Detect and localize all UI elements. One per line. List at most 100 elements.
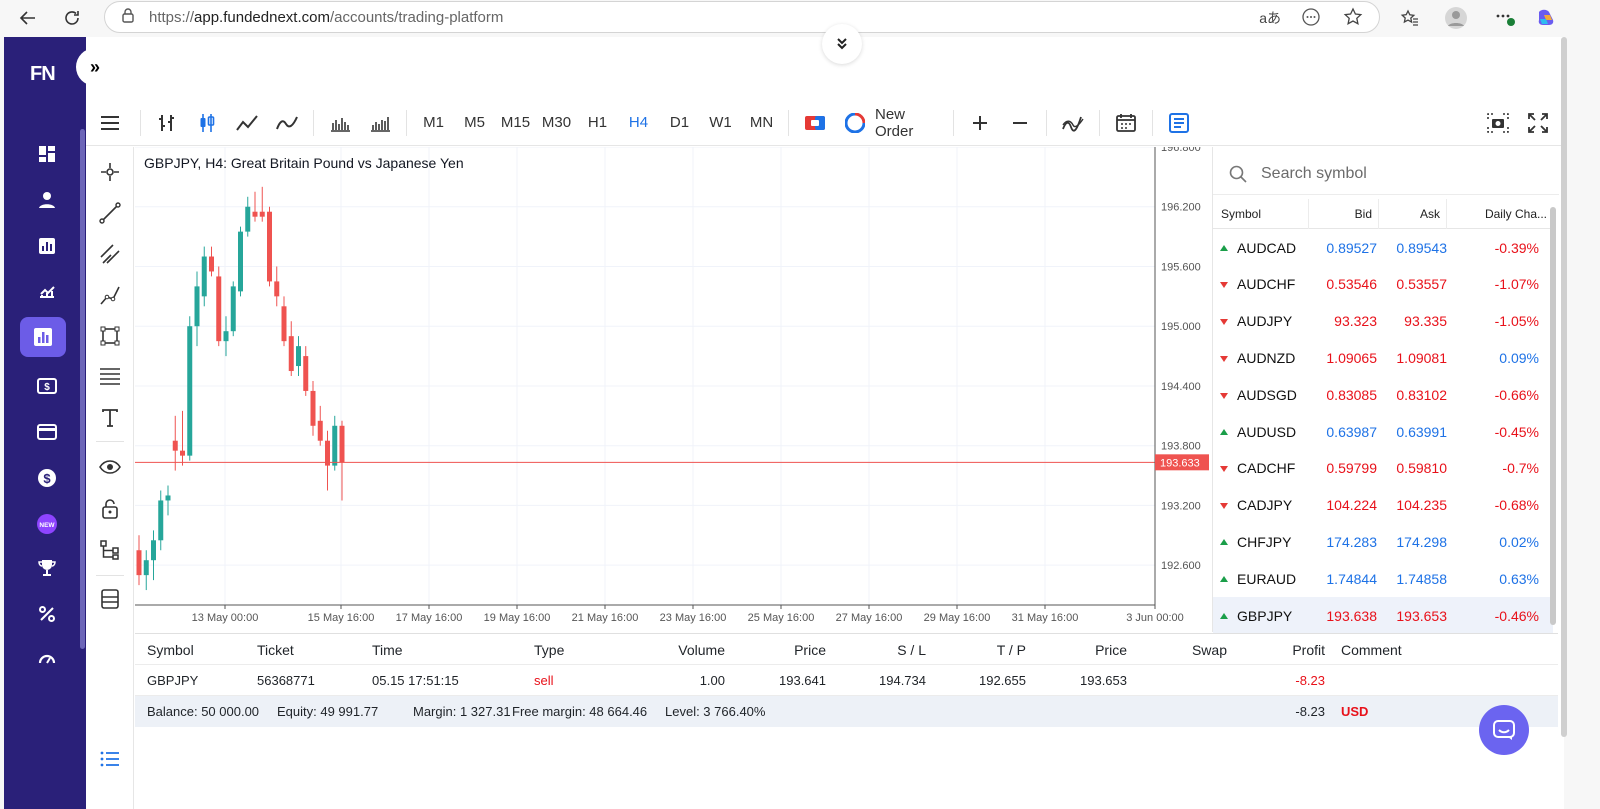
trophy-icon[interactable] <box>32 553 62 583</box>
market-row-audnzd[interactable]: AUDNZD 1.09065 1.09081 0.09% <box>1213 339 1553 376</box>
timeframe-d1[interactable]: D1 <box>659 108 700 138</box>
sidebar-scrollbar[interactable] <box>80 129 85 649</box>
th-ticket[interactable]: Ticket <box>257 642 294 658</box>
th-price[interactable]: Price <box>794 642 826 658</box>
y-tick-label: 194.400 <box>1161 381 1201 393</box>
trade-row[interactable]: GBPJPY 56368771 05.15 17:51:15 sell 1.00… <box>135 665 1558 696</box>
screenshot-icon[interactable] <box>1478 108 1518 138</box>
th-tp[interactable]: T / P <box>997 642 1026 658</box>
tick-volume-icon[interactable] <box>360 108 400 138</box>
eye-visibility-icon[interactable] <box>98 455 122 479</box>
back-icon[interactable] <box>16 6 40 30</box>
positions-list-icon[interactable] <box>98 747 122 771</box>
brand-logo[interactable]: FN <box>30 63 56 86</box>
templates-icon[interactable] <box>98 587 122 611</box>
area-chart-type-icon[interactable] <box>267 108 307 138</box>
user-icon[interactable] <box>32 185 62 215</box>
reload-icon[interactable] <box>60 6 84 30</box>
th-profit[interactable]: Profit <box>1292 642 1325 658</box>
payout-icon[interactable]: $ <box>32 371 62 401</box>
price-chart[interactable]: 196.800 196.200 195.600 195.000 194.400 193.8… <box>135 147 1211 632</box>
address-bar[interactable]: https://app.fundednext.com/accounts/trad… <box>104 1 1380 33</box>
market-row-euraud[interactable]: EURAUD 1.74844 1.74858 0.63% <box>1213 560 1553 597</box>
volume-icon[interactable] <box>320 108 360 138</box>
candlestick-type-icon[interactable] <box>187 108 227 138</box>
crosshair-icon[interactable] <box>98 160 122 184</box>
lock-drawings-icon[interactable] <box>98 497 122 521</box>
search-input[interactable]: Search symbol <box>1261 165 1367 183</box>
line-chart-type-icon[interactable] <box>227 108 267 138</box>
object-tree-icon[interactable] <box>98 538 122 562</box>
indicators-icon[interactable] <box>1053 108 1093 138</box>
market-row-gbpjpy[interactable]: GBPJPY 193.638 193.653 -0.46% <box>1213 597 1553 634</box>
col-daily-change[interactable]: Daily Cha... <box>1447 199 1553 229</box>
th-swap[interactable]: Swap <box>1192 642 1227 658</box>
trade-sl[interactable]: 194.734 <box>879 673 926 688</box>
col-symbol[interactable]: Symbol <box>1213 199 1309 229</box>
browser-menu-icon[interactable] <box>1494 6 1518 30</box>
new-badge-icon[interactable]: NEW <box>32 509 62 539</box>
market-watch-scrollbar[interactable] <box>1550 207 1556 625</box>
shapes-icon[interactable] <box>98 324 122 348</box>
dollar-coin-icon[interactable]: $ <box>32 463 62 493</box>
profile-avatar-icon[interactable] <box>1444 6 1468 30</box>
th-time[interactable]: Time <box>372 642 403 658</box>
timeframe-m15[interactable]: M15 <box>495 108 536 138</box>
billing-card-icon[interactable] <box>32 417 62 447</box>
trade-tp[interactable]: 192.655 <box>979 673 1026 688</box>
trendline-icon[interactable] <box>98 201 122 225</box>
market-row-audsgd[interactable]: AUDSGD 0.83085 0.83102 -0.66% <box>1213 376 1553 413</box>
th-comment[interactable]: Comment <box>1341 642 1402 658</box>
market-row-cadchf[interactable]: CADCHF 0.59799 0.59810 -0.7% <box>1213 450 1553 487</box>
page-scrollbar[interactable] <box>1561 37 1567 737</box>
timeframe-mn[interactable]: MN <box>741 108 782 138</box>
polyline-icon[interactable] <box>98 283 122 307</box>
timeframe-m30[interactable]: M30 <box>536 108 577 138</box>
more-options-icon[interactable] <box>1301 7 1321 32</box>
favorite-star-icon[interactable] <box>1343 7 1363 32</box>
th-symbol[interactable]: Symbol <box>147 642 194 658</box>
market-row-audcad[interactable]: AUDCAD 0.89527 0.89543 -0.39% <box>1213 229 1553 266</box>
one-click-trading-icon[interactable] <box>795 108 835 138</box>
market-watch-toggle-icon[interactable] <box>1159 108 1199 138</box>
copilot-icon[interactable] <box>1534 6 1558 30</box>
zoom-out-icon[interactable] <box>1000 108 1040 138</box>
fullscreen-icon[interactable] <box>1518 108 1558 138</box>
timeframe-h4[interactable]: H4 <box>618 108 659 138</box>
timeframe-m5[interactable]: M5 <box>454 108 495 138</box>
trading-platform-icon[interactable] <box>20 317 66 357</box>
th-volume[interactable]: Volume <box>678 642 725 658</box>
menu-icon[interactable] <box>86 108 134 138</box>
th-type[interactable]: Type <box>534 642 564 658</box>
timeframe-h1[interactable]: H1 <box>577 108 618 138</box>
th-sl[interactable]: S / L <box>897 642 926 658</box>
market-row-chfjpy[interactable]: CHFJPY 174.283 174.298 0.02% <box>1213 523 1553 560</box>
market-row-audusd[interactable]: AUDUSD 0.63987 0.63991 -0.45% <box>1213 413 1553 450</box>
translate-icon[interactable]: aあ <box>1259 8 1281 28</box>
analytics-icon[interactable] <box>32 275 62 305</box>
bar-chart-type-icon[interactable] <box>147 108 187 138</box>
th-price-current[interactable]: Price <box>1095 642 1127 658</box>
market-row-cadjpy[interactable]: CADJPY 104.224 104.235 -0.68% <box>1213 487 1553 524</box>
chat-support-button[interactable] <box>1479 705 1529 755</box>
fibonacci-icon[interactable] <box>98 365 122 389</box>
text-tool-icon[interactable] <box>98 406 122 430</box>
speedometer-icon[interactable] <box>32 643 62 673</box>
dashboard-icon[interactable] <box>32 139 62 169</box>
market-row-audchf[interactable]: AUDCHF 0.53546 0.53557 -1.07% <box>1213 266 1553 303</box>
col-bid[interactable]: Bid <box>1309 199 1379 229</box>
favorites-icon[interactable] <box>1398 6 1422 30</box>
expand-sidebar-icon[interactable]: » <box>76 48 114 86</box>
market-row-audjpy[interactable]: AUDJPY 93.323 93.335 -1.05% <box>1213 303 1553 340</box>
collapse-header-icon[interactable] <box>822 24 862 64</box>
calendar-icon[interactable] <box>1106 108 1146 138</box>
zoom-in-icon[interactable] <box>960 108 1000 138</box>
stats-icon[interactable] <box>32 231 62 261</box>
percent-icon[interactable] <box>32 599 62 629</box>
symbol-search[interactable]: Search symbol <box>1213 153 1559 195</box>
new-order-button[interactable]: New Order <box>835 106 947 140</box>
timeframe-m1[interactable]: M1 <box>413 108 454 138</box>
channel-icon[interactable] <box>98 242 122 266</box>
timeframe-w1[interactable]: W1 <box>700 108 741 138</box>
col-ask[interactable]: Ask <box>1379 199 1447 229</box>
